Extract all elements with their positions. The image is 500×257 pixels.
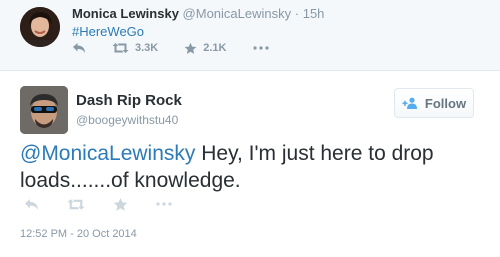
mention-link[interactable]: @MonicaLewinsky xyxy=(20,142,195,165)
favorite-count: 2.1K xyxy=(203,42,227,54)
retweet-icon xyxy=(67,198,85,211)
display-name[interactable]: Dash Rip Rock xyxy=(76,92,182,109)
reply-button[interactable] xyxy=(72,42,86,54)
reply-button[interactable] xyxy=(24,198,39,211)
reply-context-header: Monica Lewinsky @MonicaLewinsky · 15h xyxy=(72,6,324,21)
favorite-button[interactable]: 2.1K xyxy=(184,42,227,55)
retweet-button[interactable] xyxy=(67,198,85,211)
retweet-icon xyxy=(112,42,129,54)
hashtag-link[interactable]: #HereWeGo xyxy=(72,24,144,39)
follow-button[interactable]: Follow xyxy=(394,88,474,118)
favorite-icon xyxy=(113,197,128,212)
more-button[interactable] xyxy=(252,46,269,50)
avatar[interactable] xyxy=(20,86,68,134)
favorite-icon xyxy=(184,42,197,55)
tweet-timestamp[interactable]: 12:52 PM - 20 Oct 2014 xyxy=(20,228,137,240)
separator-dot: · xyxy=(294,6,300,21)
username[interactable]: @boogeywithstu40 xyxy=(76,113,178,127)
username[interactable]: @MonicaLewinsky xyxy=(183,6,292,21)
retweet-count: 3.3K xyxy=(135,42,159,54)
add-user-icon xyxy=(402,97,418,109)
avatar[interactable] xyxy=(20,7,60,47)
more-icon xyxy=(252,46,269,50)
reply-context-tweet[interactable]: Monica Lewinsky @MonicaLewinsky · 15h #H… xyxy=(0,0,500,71)
display-name[interactable]: Monica Lewinsky xyxy=(72,6,179,21)
more-icon xyxy=(156,202,172,206)
follow-label: Follow xyxy=(424,95,467,111)
tweet-text: @MonicaLewinsky Hey, I'm just here to dr… xyxy=(20,140,480,194)
reply-context-actions: 3.3K 2.1K xyxy=(72,41,295,55)
more-button[interactable] xyxy=(156,202,172,206)
retweet-button[interactable]: 3.3K xyxy=(112,42,158,54)
reply-icon xyxy=(24,198,39,211)
tweet-time[interactable]: 15h xyxy=(303,6,325,21)
favorite-button[interactable] xyxy=(113,197,128,212)
reply-icon xyxy=(72,42,86,54)
tweet-actions xyxy=(24,196,200,212)
